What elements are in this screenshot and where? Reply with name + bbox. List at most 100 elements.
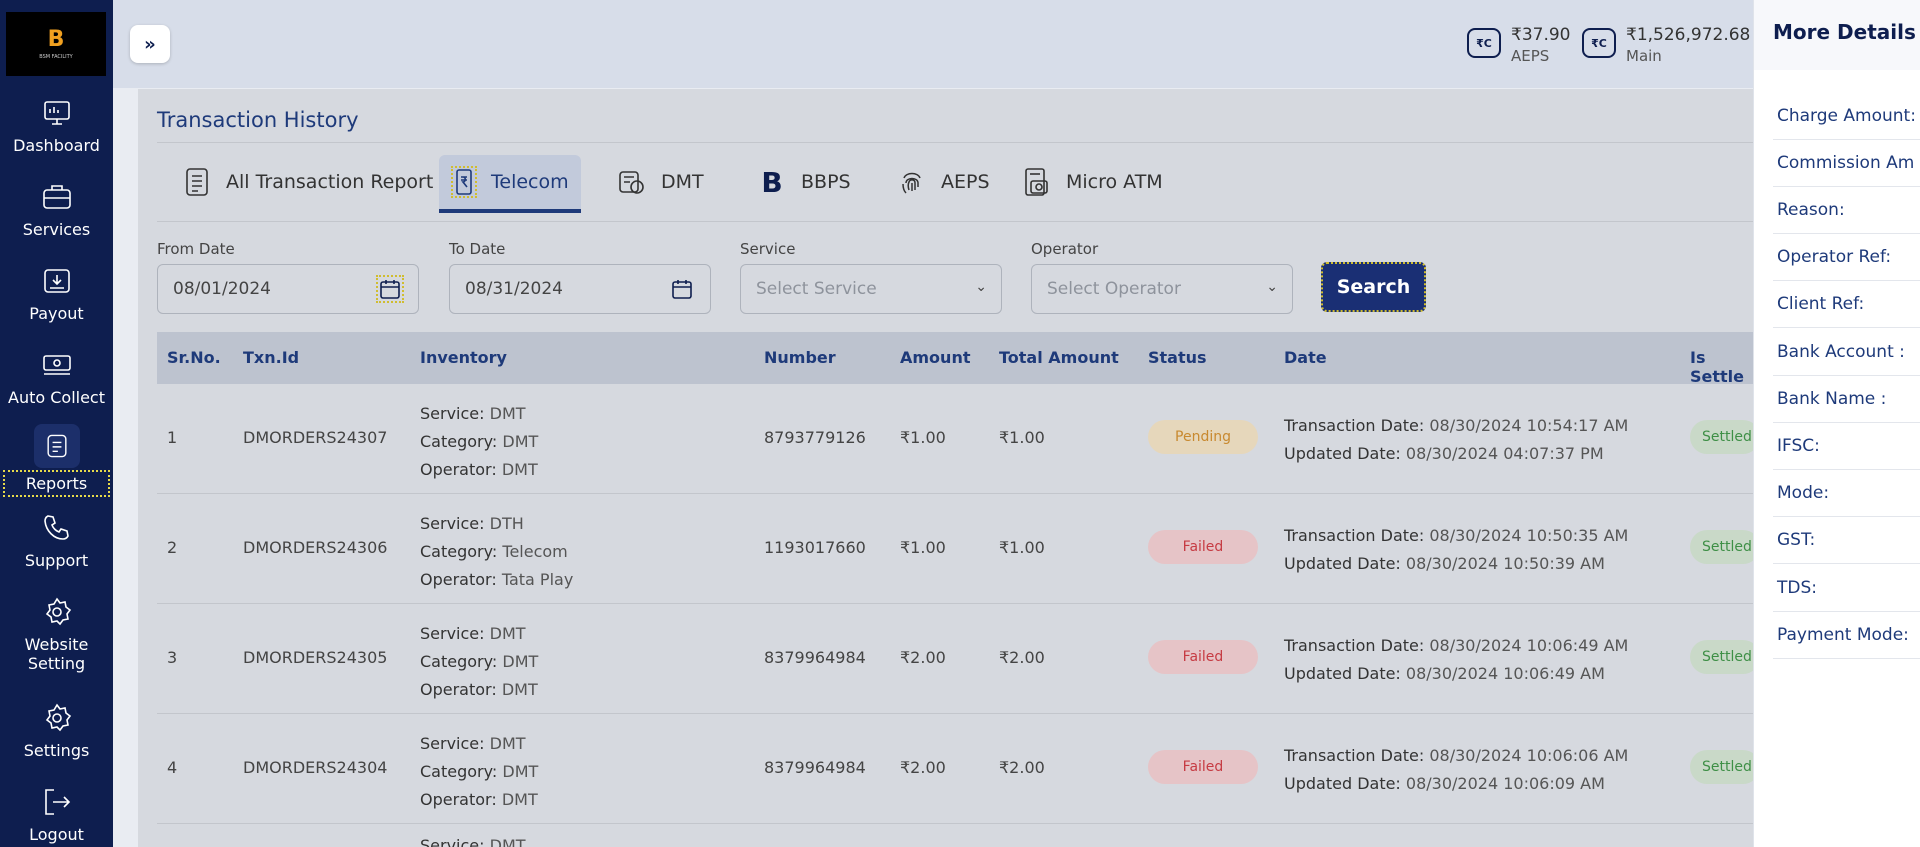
amount: ₹1.00 xyxy=(900,428,946,447)
wallet-aeps[interactable]: ₹C ₹37.90 AEPS xyxy=(1467,26,1570,65)
inventory-key: Service: xyxy=(420,836,485,847)
mobile-rupee-icon xyxy=(451,166,477,198)
transaction-date: 08/30/2024 10:54:17 AM xyxy=(1429,416,1629,435)
report-list-icon xyxy=(182,167,212,197)
status-badge: Pending xyxy=(1148,420,1258,454)
date-cell: Transaction Date: 08/30/2024 10:54:17 AM… xyxy=(1284,412,1628,468)
sidebar-item-payout[interactable]: Payout xyxy=(0,264,113,323)
date-key: Updated Date: xyxy=(1284,774,1401,793)
phone-icon xyxy=(43,515,69,540)
table-row[interactable]: 4 DMORDERS24304 Service: DMT Category: D… xyxy=(157,714,1760,824)
atm-icon xyxy=(1022,167,1052,197)
gear-icon xyxy=(45,703,71,732)
status-badge: Failed xyxy=(1148,640,1258,674)
service-select[interactable]: Select Service ⌄ xyxy=(740,264,1002,314)
operator-select[interactable]: Select Operator ⌄ xyxy=(1031,264,1293,314)
sidebar-item-dashboard[interactable]: Dashboard xyxy=(0,96,113,155)
inventory-service: DMT xyxy=(489,836,526,847)
sidebar-item-services[interactable]: Services xyxy=(0,180,113,239)
tab-label: All Transaction Report xyxy=(226,171,434,193)
tab-aeps[interactable]: AEPS xyxy=(897,153,990,211)
table-row[interactable]: 3 DMORDERS24305 Service: DMT Category: D… xyxy=(157,604,1760,714)
tab-telecom[interactable]: Telecom xyxy=(439,155,581,213)
wallet-amount: ₹1,526,972.68 xyxy=(1626,25,1751,45)
date-key: Transaction Date: xyxy=(1284,636,1425,655)
inventory-key: Operator: xyxy=(420,570,497,589)
chevron-down-icon: ⌄ xyxy=(975,279,987,295)
sidebar-item-auto-collect[interactable]: Auto Collect xyxy=(0,348,113,407)
sidebar-item-reports[interactable]: Reports xyxy=(0,424,113,497)
money-icon xyxy=(42,355,71,375)
column-header: Date xyxy=(1284,348,1327,367)
dashboard-icon xyxy=(43,101,70,125)
sidebar-item-logout[interactable]: Logout xyxy=(0,785,113,844)
operator-placeholder: Select Operator xyxy=(1047,279,1181,299)
settle-badge: Settled xyxy=(1690,640,1760,674)
inventory-key: Category: xyxy=(420,542,498,561)
sidebar-item-website-setting[interactable]: Website Setting xyxy=(0,595,113,673)
to-date-input[interactable]: 08/31/2024 xyxy=(449,264,711,314)
number: 1193017660 xyxy=(764,538,866,557)
amount: ₹2.00 xyxy=(900,758,946,777)
document-icon xyxy=(46,434,67,458)
sr-no: 1 xyxy=(167,428,178,447)
wallet-icon: ₹C xyxy=(1582,28,1616,58)
tab-bbps[interactable]: B BBPS xyxy=(757,153,850,211)
inventory-operator: DMT xyxy=(501,680,538,699)
from-date-input[interactable]: 08/01/2024 xyxy=(157,264,419,314)
inventory-key: Operator: xyxy=(420,460,497,479)
transaction-date: 08/30/2024 10:06:49 AM xyxy=(1429,636,1629,655)
reports-icon-wrap xyxy=(33,424,80,468)
inventory-key: Service: xyxy=(420,624,485,643)
tab-all-transaction-report[interactable]: All Transaction Report xyxy=(182,153,433,211)
detail-field: Reason: xyxy=(1773,187,1920,234)
status-badge: Failed xyxy=(1148,750,1258,784)
panel-title: More Details xyxy=(1773,20,1916,44)
settle-badge: Settled xyxy=(1690,530,1760,564)
sr-no: 3 xyxy=(167,648,178,667)
sidebar-item-label: Services xyxy=(22,220,91,239)
txn-id: DMORDERS24304 xyxy=(243,758,388,777)
sidebar-item-support[interactable]: Support xyxy=(0,511,113,570)
sidebar-item-settings[interactable]: Settings xyxy=(0,701,113,760)
detail-field: GST: xyxy=(1773,517,1920,564)
sidebar-toggle-button[interactable]: » xyxy=(130,25,170,63)
detail-field: Commission Am xyxy=(1773,140,1920,187)
column-header: Inventory xyxy=(420,348,507,367)
service-placeholder: Select Service xyxy=(756,279,877,299)
calendar-icon[interactable] xyxy=(670,277,694,301)
sidebar-item-label: Payout xyxy=(29,304,84,323)
amount: ₹2.00 xyxy=(900,648,946,667)
logout-icon xyxy=(44,789,70,815)
inventory-service: DMT xyxy=(489,624,526,643)
inventory-key: Service: xyxy=(420,514,485,533)
table-row[interactable]: 1 DMORDERS24307 Service: DMT Category: D… xyxy=(157,384,1760,494)
table-row[interactable]: 2 DMORDERS24306 Service: DTH Category: T… xyxy=(157,494,1760,604)
amount: ₹1.00 xyxy=(900,538,946,557)
inventory-cell: Service: DMT Category: DMT Operator: DMT xyxy=(420,400,538,484)
column-header: Number xyxy=(764,348,836,367)
date-key: Transaction Date: xyxy=(1284,416,1425,435)
sidebar-item-label: Logout xyxy=(29,825,84,844)
date-key: Updated Date: xyxy=(1284,554,1401,573)
from-date-label: From Date xyxy=(157,240,235,258)
tab-micro-atm[interactable]: Micro ATM xyxy=(1022,153,1163,211)
page-title: Transaction History xyxy=(157,108,359,132)
chevron-down-icon: ⌄ xyxy=(1266,279,1278,295)
column-header: Amount xyxy=(900,348,971,367)
date-cell: Transaction Date: 08/30/2024 10:06:06 AM… xyxy=(1284,742,1628,798)
column-header: Txn.Id xyxy=(243,348,300,367)
detail-field: IFSC: xyxy=(1773,423,1920,470)
tab-label: Telecom xyxy=(491,171,569,193)
date-cell: Transaction Date: 08/30/2024 10:50:35 AM… xyxy=(1284,522,1628,578)
inventory-cell: Service: DMT Category: DMT Operator: DMT xyxy=(420,730,538,814)
inventory-operator: Tata Play xyxy=(501,570,574,589)
calendar-icon[interactable] xyxy=(376,275,404,303)
wallet-main[interactable]: ₹C ₹1,526,972.68 Main xyxy=(1582,26,1750,65)
fingerprint-icon xyxy=(897,167,927,197)
inventory-operator: DMT xyxy=(501,790,538,809)
detail-field: Bank Account : xyxy=(1773,329,1920,376)
search-button[interactable]: Search xyxy=(1321,262,1426,312)
number: 8793779126 xyxy=(764,428,866,447)
tab-dmt[interactable]: DMT xyxy=(617,153,704,211)
